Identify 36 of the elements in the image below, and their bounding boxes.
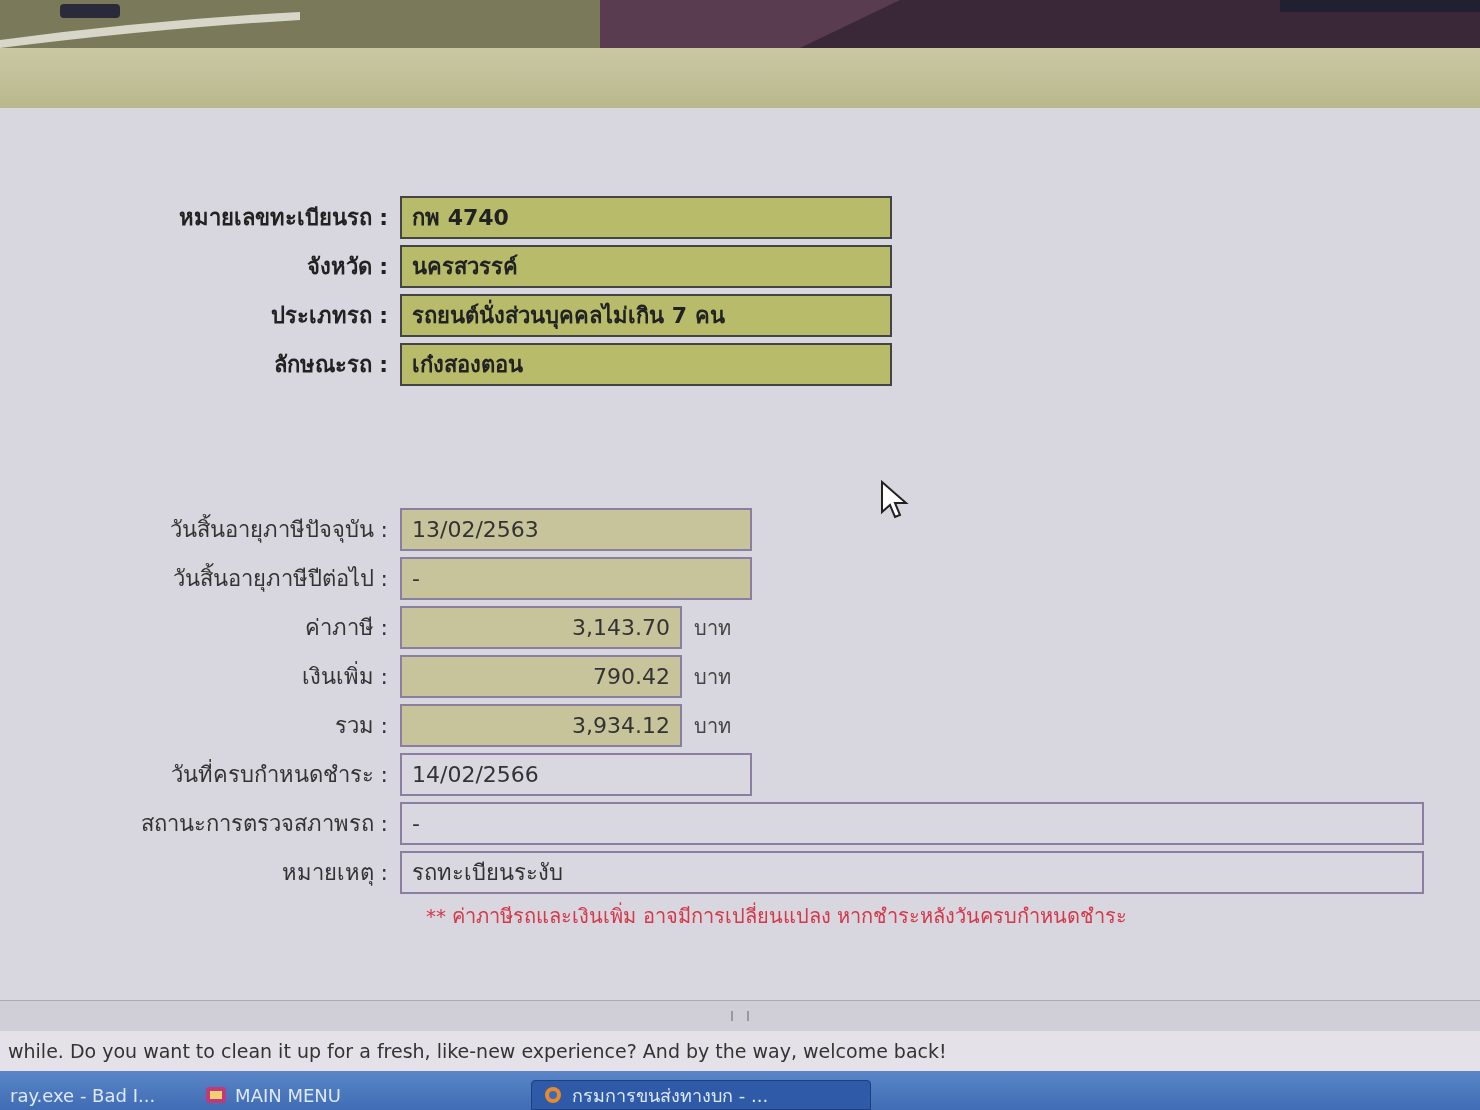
taskbar-button[interactable]: ray.exe - Bad I...: [0, 1080, 166, 1110]
unit-label: บาท: [694, 663, 731, 691]
warning-text: ** ค่าภาษีรถและเงินเพิ่ม อาจมีการเปลี่ยนแปลง หากชำระหลังวันครบกำหนดชำระ: [426, 901, 1129, 930]
field-label: วันที่ครบกำหนดชำระ :: [0, 757, 400, 792]
field-label: เงินเพิ่ม :: [0, 659, 400, 694]
field-value: -: [400, 557, 752, 600]
resize-grip-icon[interactable]: [731, 1011, 749, 1021]
field-label: รวม :: [333, 712, 389, 740]
field-value: เก๋งสองตอน: [400, 343, 892, 386]
field-label: หมายเลขทะเบียนรถ :: [177, 204, 389, 232]
field-label: หมายเหตุ :: [280, 859, 389, 888]
taskbar-button[interactable]: MAIN MENU: [195, 1080, 351, 1110]
notification-text: while. Do you want to clean it up for a fresh, like-new experience? And by the way, welcome back!: [8, 1040, 947, 1062]
taskbar-button[interactable]: กรมการขนส่งทางบก - ...: [531, 1080, 871, 1110]
unit-label: บาท: [694, 712, 731, 740]
field-value: รถยนต์นั่งส่วนบุคคลไม่เกิน 7 คน: [400, 294, 892, 337]
field-label: ลักษณะรถ :: [272, 351, 389, 379]
pointer-icon: [880, 480, 910, 520]
app-icon: [205, 1086, 228, 1104]
field-value: กพ 4740: [400, 196, 892, 239]
field-value: -: [400, 802, 1424, 845]
field-label: ประเภทรถ :: [269, 302, 389, 330]
field-value: รถทะเบียนระงับ: [400, 851, 1424, 894]
field-value: 3,934.12: [400, 704, 682, 747]
field-label: จังหวัด :: [305, 253, 389, 281]
field-value: นครสวรรค์: [400, 245, 892, 288]
field-value: 3,143.70: [400, 606, 682, 649]
field-value: 790.42: [400, 655, 682, 698]
browser-icon: [542, 1086, 564, 1104]
field-label: ค่าภาษี :: [303, 614, 389, 642]
field-value: 14/02/2566: [400, 753, 752, 796]
field-label: วันสิ้นอายุภาษีปัจจุบัน :: [0, 512, 400, 547]
field-label: สถานะการตรวจสภาพรถ :: [139, 810, 389, 838]
field-label: วันสิ้นอายุภาษีปีต่อไป :: [0, 561, 400, 596]
field-value: 13/02/2563: [400, 508, 752, 551]
unit-label: บาท: [694, 614, 731, 642]
